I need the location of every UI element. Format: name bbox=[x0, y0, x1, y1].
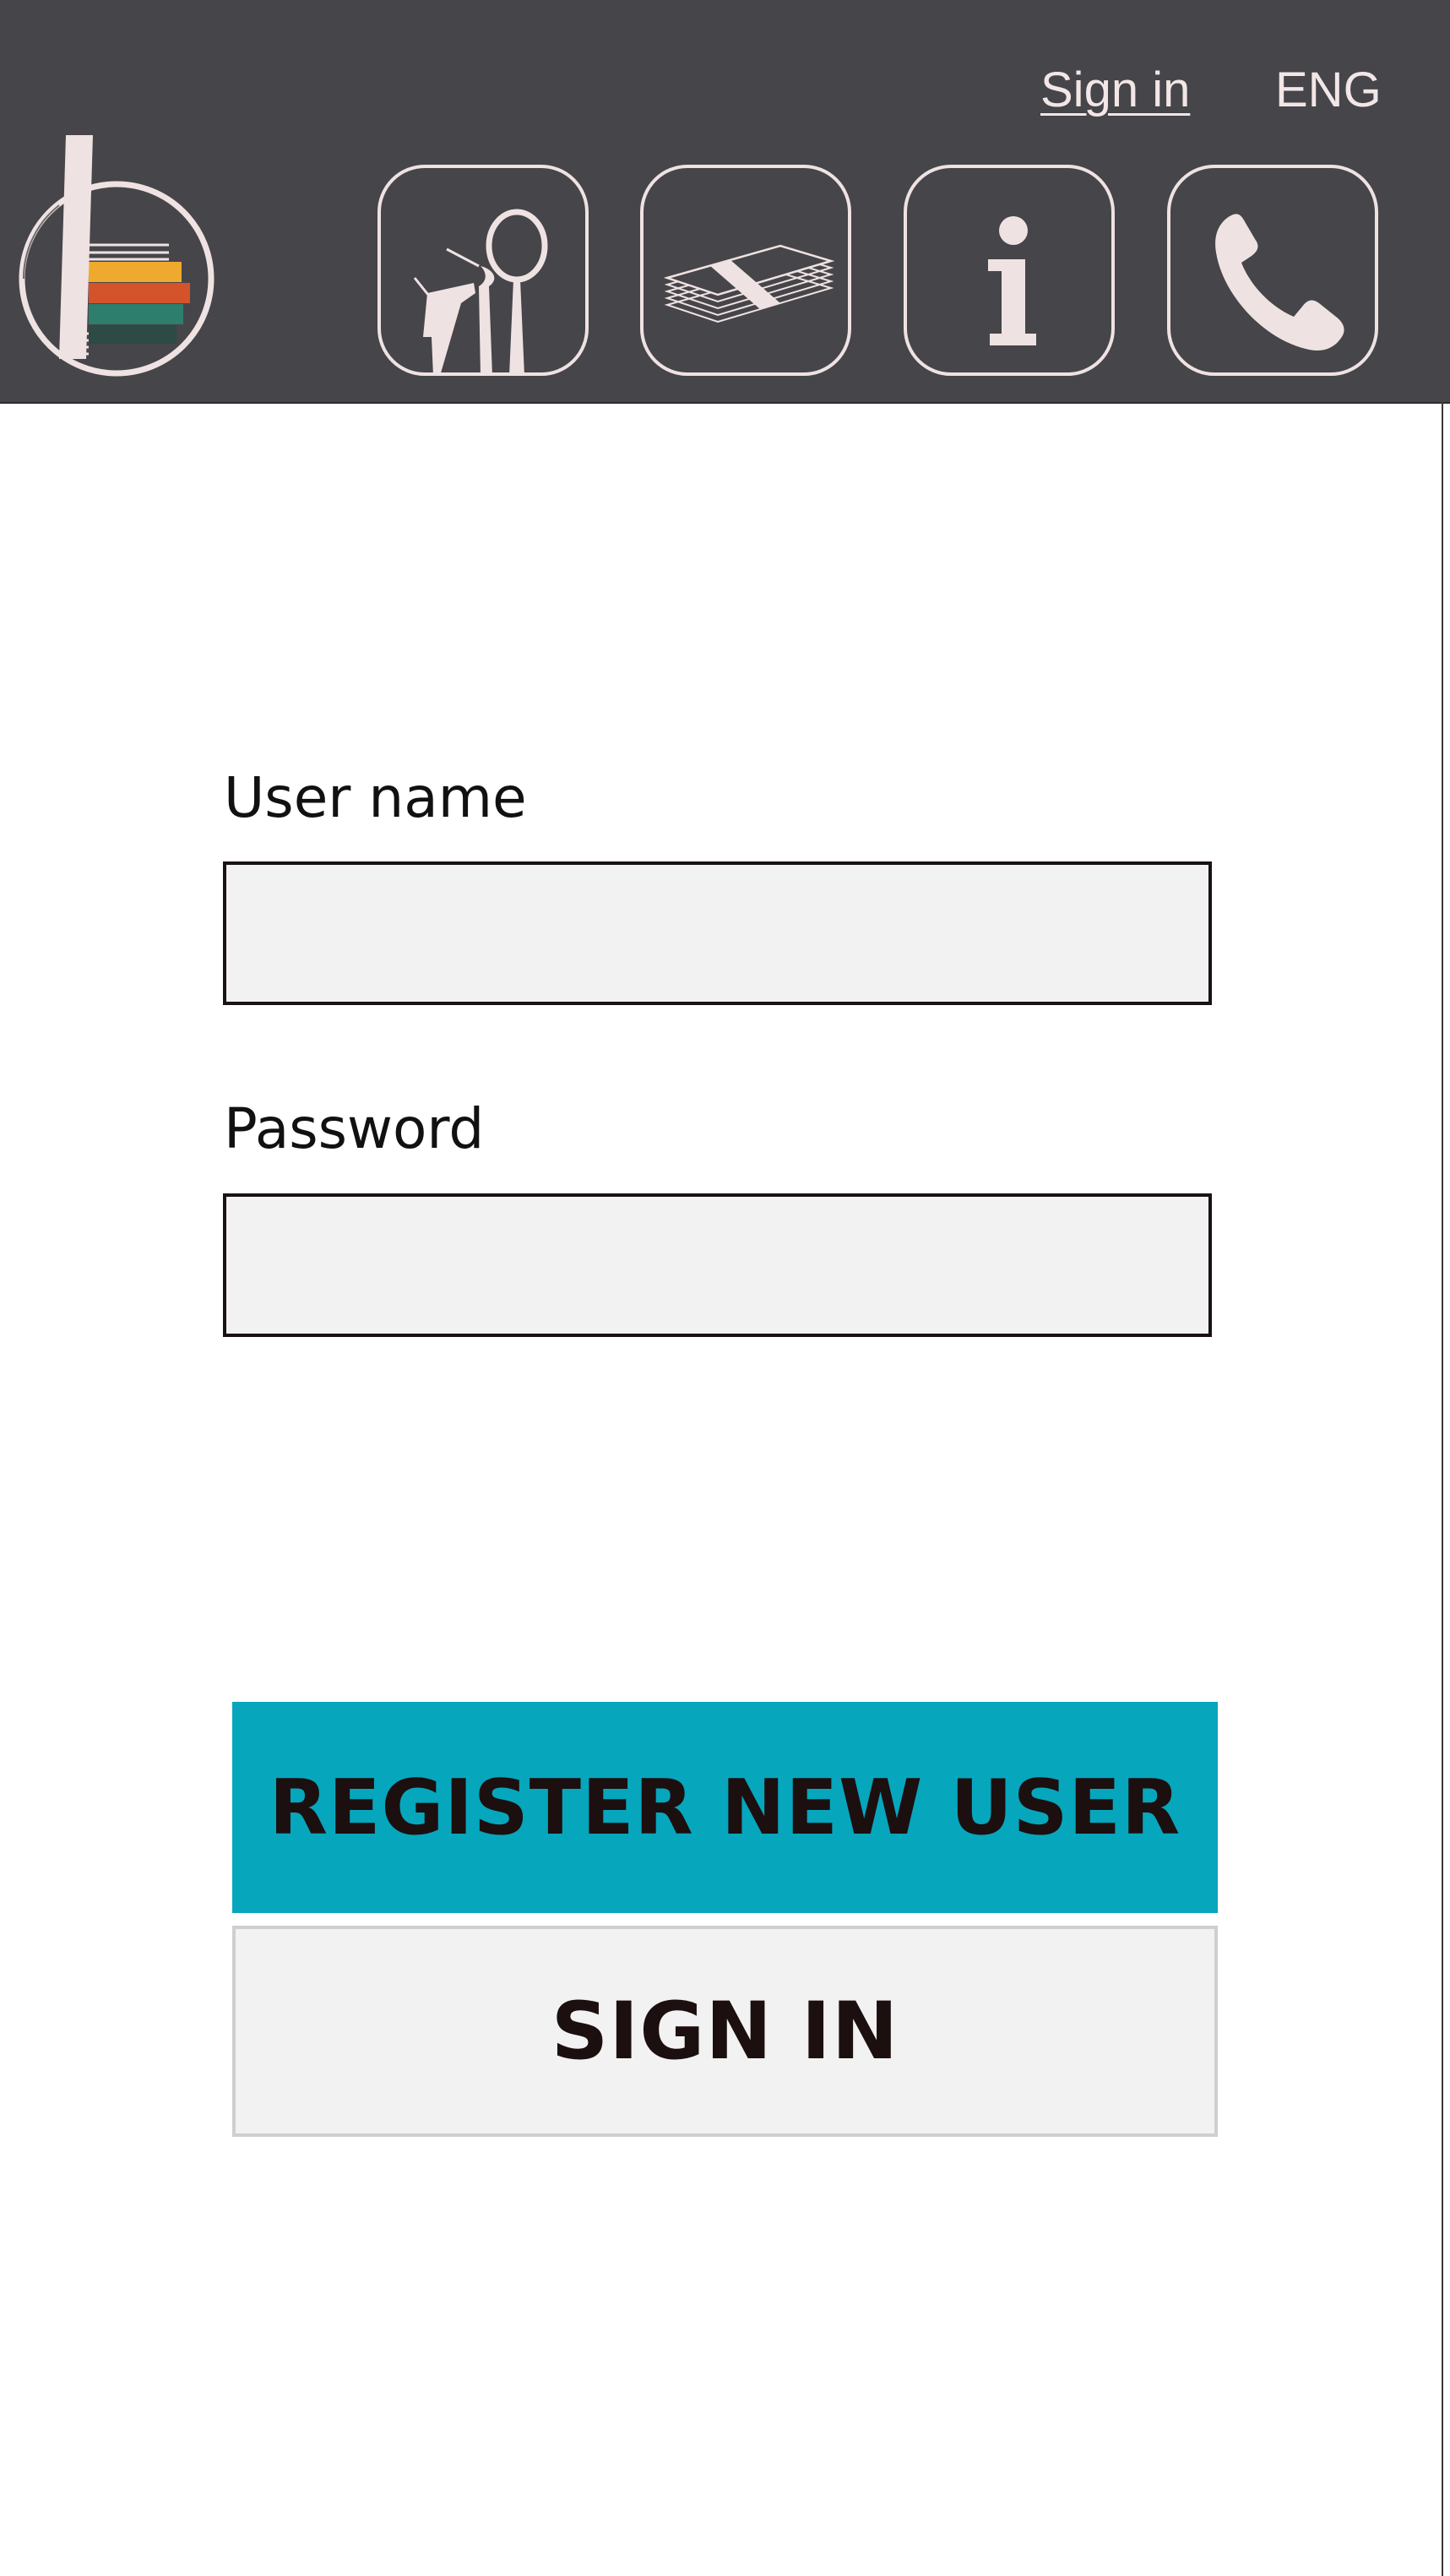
logo-icon bbox=[19, 135, 215, 377]
top-header: Sign in ENG bbox=[0, 0, 1450, 404]
register-new-user-button[interactable]: REGISTER NEW USER bbox=[232, 1702, 1218, 1913]
username-label: User name bbox=[224, 765, 527, 830]
nav-contact-button[interactable] bbox=[1167, 165, 1378, 376]
brand-logo[interactable] bbox=[8, 131, 220, 384]
signin-page: Sign in ENG User name Password REGISTER … bbox=[0, 0, 1450, 2576]
header-signin-link[interactable]: Sign in bbox=[1040, 61, 1190, 120]
password-input[interactable] bbox=[223, 1193, 1212, 1337]
phone-icon bbox=[1215, 214, 1344, 351]
nav-pricing-button[interactable] bbox=[640, 165, 851, 376]
username-input[interactable] bbox=[223, 861, 1212, 1005]
password-label: Password bbox=[224, 1096, 485, 1161]
nav-info-button[interactable] bbox=[904, 165, 1115, 376]
language-selector[interactable]: ENG bbox=[1275, 61, 1382, 120]
nav-dental-tools-button[interactable] bbox=[377, 165, 589, 376]
money-stack-icon bbox=[663, 244, 835, 323]
page-right-border bbox=[1442, 402, 1443, 2576]
info-icon bbox=[988, 216, 1036, 345]
signin-button[interactable]: SIGN IN bbox=[232, 1926, 1218, 2137]
dental-tools-icon bbox=[413, 209, 548, 372]
